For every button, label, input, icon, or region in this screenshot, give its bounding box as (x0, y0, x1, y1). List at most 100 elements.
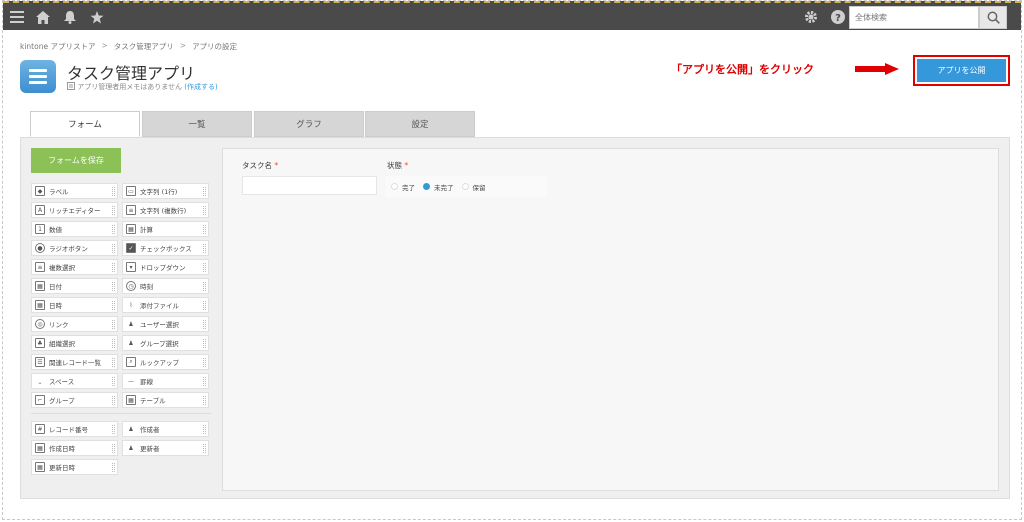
drag-handle[interactable] (203, 301, 206, 310)
global-header: ? (3, 1, 1021, 30)
help-icon[interactable]: ? (827, 6, 849, 28)
drag-handle[interactable] (112, 377, 115, 386)
palette-item-attachment[interactable]: ⌇ 添付ファイル (122, 297, 209, 313)
drag-handle[interactable] (112, 244, 115, 253)
calendar-icon: ▦ (35, 462, 45, 472)
palette-item-multi-line-text[interactable]: ≡ 文字列 (複数行) (122, 202, 209, 218)
search-button[interactable] (979, 6, 1007, 29)
palette-item-text: 日時 (49, 302, 62, 310)
palette-item-text: 添付ファイル (140, 302, 179, 310)
task-name-field[interactable] (242, 176, 377, 195)
drag-handle[interactable] (203, 320, 206, 329)
palette-item-text: 関連レコード一覧 (49, 359, 101, 367)
palette-item-created-datetime[interactable]: ▦ 作成日時 (31, 440, 118, 456)
palette-item-border[interactable]: — 罫線 (122, 373, 209, 389)
palette-item-datetime[interactable]: ▦ 日時 (31, 297, 118, 313)
drag-handle[interactable] (203, 444, 206, 453)
drag-handle[interactable] (203, 358, 206, 367)
menu-icon[interactable] (6, 6, 28, 28)
palette-item-time[interactable]: ◷ 時刻 (122, 278, 209, 294)
palette-item-group-select[interactable]: ♟ グループ選択 (122, 335, 209, 351)
breadcrumb-item-app[interactable]: タスク管理アプリ (114, 41, 174, 52)
palette-item-link[interactable]: ◎ リンク (31, 316, 118, 332)
palette-item-dropdown[interactable]: ▾ ドロップダウン (122, 259, 209, 275)
drag-handle[interactable] (112, 206, 115, 215)
tab-graph[interactable]: グラフ (254, 111, 364, 137)
drag-handle[interactable] (112, 396, 115, 405)
app-list-icon (20, 60, 56, 93)
tab-list[interactable]: 一覧 (142, 111, 252, 137)
palette-item-text: ラジオボタン (49, 245, 88, 253)
palette-item-single-line-text[interactable]: ▭ 文字列 (1行) (122, 183, 209, 199)
users-icon: ♟ (128, 339, 134, 347)
home-icon[interactable] (32, 6, 54, 28)
tab-form[interactable]: フォーム (30, 111, 140, 137)
palette-item-user-select[interactable]: ♟ ユーザー選択 (122, 316, 209, 332)
drag-handle[interactable] (203, 282, 206, 291)
drag-handle[interactable] (203, 187, 206, 196)
palette-item-org-select[interactable]: ♣ 組織選択 (31, 335, 118, 351)
status-option-pending[interactable]: 保留 (461, 182, 486, 192)
drag-handle[interactable] (112, 339, 115, 348)
drag-handle[interactable] (112, 358, 115, 367)
instruction-annotation: 「アプリを公開」をクリック (671, 63, 814, 76)
breadcrumb-item-store[interactable]: kintone アプリストア (20, 41, 95, 52)
palette-item-text: 組織選択 (49, 340, 75, 348)
drag-handle[interactable] (112, 301, 115, 310)
palette-item-lookup[interactable]: ⌕ ルックアップ (122, 354, 209, 370)
star-icon[interactable] (86, 6, 108, 28)
drag-handle[interactable] (203, 377, 206, 386)
palette-item-text: 文字列 (1行) (140, 188, 178, 196)
palette-item-group[interactable]: ⌐ グループ (31, 392, 118, 408)
palette-item-table[interactable]: ▦ テーブル (122, 392, 209, 408)
palette-item-text: ドロップダウン (140, 264, 186, 272)
drag-handle[interactable] (203, 244, 206, 253)
drag-handle[interactable] (112, 282, 115, 291)
palette-item-label[interactable]: ◆ ラベル (31, 183, 118, 199)
drag-handle[interactable] (112, 187, 115, 196)
drag-handle[interactable] (112, 320, 115, 329)
app-window: ? kintone アプリストア > タスク管理アプリ > アプリの設定 タスク… (2, 0, 1022, 520)
publish-app-button[interactable]: アプリを公開 (917, 59, 1006, 82)
status-option-not-done[interactable]: 未完了 (423, 182, 454, 192)
drag-handle[interactable] (112, 425, 115, 434)
required-mark: * (404, 161, 409, 170)
radio-label: 完了 (402, 183, 415, 192)
drag-handle[interactable] (203, 225, 206, 234)
drag-handle[interactable] (203, 425, 206, 434)
palette-item-updated-datetime[interactable]: ▦ 更新日時 (31, 459, 118, 475)
drag-handle[interactable] (203, 339, 206, 348)
radio-dot (391, 183, 398, 190)
palette-item-number[interactable]: 1 数値 (31, 221, 118, 237)
drag-handle[interactable] (112, 225, 115, 234)
drag-handle[interactable] (112, 444, 115, 453)
gear-icon[interactable] (800, 6, 822, 28)
drag-handle[interactable] (203, 206, 206, 215)
palette-item-checkbox[interactable]: ✓ チェックボックス (122, 240, 209, 256)
palette-item-modifier[interactable]: ♟ 更新者 (122, 440, 209, 456)
drag-handle[interactable] (112, 263, 115, 272)
palette-item-space[interactable]: ⎵ スペース (31, 373, 118, 389)
required-mark: * (274, 161, 279, 170)
drag-handle[interactable] (112, 463, 115, 472)
svg-text:?: ? (835, 13, 841, 24)
radio-icon: ● (35, 243, 45, 253)
form-layout-canvas[interactable] (222, 148, 999, 491)
line-icon: — (128, 377, 134, 385)
global-search-input[interactable] (849, 6, 979, 29)
tab-settings[interactable]: 設定 (365, 111, 475, 137)
palette-item-multi-select[interactable]: ≡ 複数選択 (31, 259, 118, 275)
drag-handle[interactable] (203, 263, 206, 272)
palette-item-calc[interactable]: ▦ 計算 (122, 221, 209, 237)
palette-item-date[interactable]: ▦ 日付 (31, 278, 118, 294)
bell-icon[interactable] (59, 6, 81, 28)
palette-item-rich-editor[interactable]: A リッチエディター (31, 202, 118, 218)
status-option-done[interactable]: 完了 (391, 182, 415, 192)
create-memo-link[interactable]: (作成する) (184, 83, 217, 91)
palette-item-radio[interactable]: ● ラジオボタン (31, 240, 118, 256)
palette-item-creator[interactable]: ♟ 作成者 (122, 421, 209, 437)
palette-item-related-records[interactable]: ☰ 関連レコード一覧 (31, 354, 118, 370)
save-form-button[interactable]: フォームを保存 (31, 148, 121, 173)
drag-handle[interactable] (203, 396, 206, 405)
palette-item-record-number[interactable]: # レコード番号 (31, 421, 118, 437)
